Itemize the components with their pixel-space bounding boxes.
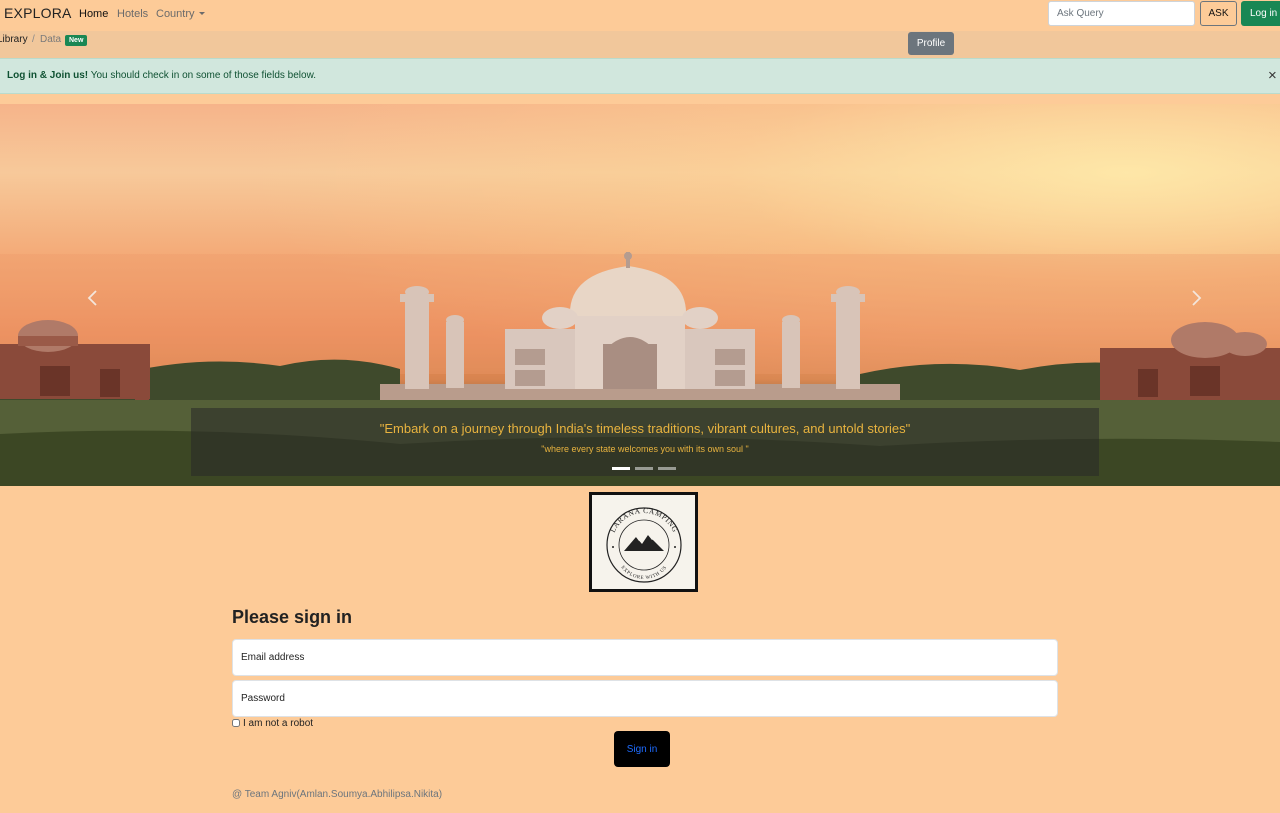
breadcrumb-separator: / [32, 34, 35, 45]
svg-text:EXPLORE WITH US: EXPLORE WITH US [620, 565, 669, 581]
login-button[interactable]: Log in [1241, 1, 1280, 26]
nav-link-country-label: Country [156, 8, 195, 20]
nav-link-hotels[interactable]: Hotels [117, 8, 148, 20]
chevron-down-icon [198, 12, 205, 15]
carousel-indicator-2[interactable] [635, 467, 653, 470]
signin-button[interactable]: Sign in [614, 731, 670, 767]
chevron-right-icon [1192, 290, 1202, 306]
hero-carousel: "Embark on a journey through India's tim… [0, 104, 1280, 486]
alert-message: Log in & Join us! You should check in on… [7, 70, 316, 81]
carousel-next-button[interactable] [1186, 288, 1206, 308]
signin-title: Please sign in [232, 607, 353, 627]
robot-checkbox-label: I am not a robot [243, 718, 314, 729]
profile-button[interactable]: Profile [908, 32, 954, 55]
close-icon[interactable]: × [1268, 68, 1277, 83]
breadcrumb: Library / Data [0, 31, 1280, 58]
password-field[interactable] [232, 680, 1058, 717]
caption-title: "Embark on a journey through India's tim… [379, 421, 911, 436]
alert-banner: Log in & Join us! You should check in on… [0, 58, 1280, 94]
ask-button[interactable]: ASK [1200, 1, 1237, 26]
navbar: EXPLORA Home Hotels Country ASK Log in [0, 0, 1280, 28]
breadcrumb-item-library[interactable]: Library [0, 34, 28, 45]
footer-credits: @ Team Agniv(Amlan.Soumya.Abhilipsa.Niki… [232, 789, 443, 800]
camping-logo: LARANA CAMPING EXPLORE WITH US [589, 492, 698, 592]
alert-heading: Log in & Join us! [7, 70, 89, 81]
carousel-indicator-1[interactable] [612, 467, 630, 470]
nav-link-home[interactable]: Home [79, 8, 108, 20]
alert-body: You should check in on some of those fie… [88, 70, 317, 81]
email-field[interactable] [232, 639, 1058, 676]
robot-checkbox[interactable] [232, 719, 240, 727]
carousel-prev-button[interactable] [83, 288, 103, 308]
chevron-left-icon [87, 290, 97, 306]
caption-subtitle: "where every state welcomes you with its… [541, 444, 749, 454]
logo-text-bottom: EXPLORE WITH US [620, 565, 668, 581]
camping-logo-emblem: LARANA CAMPING EXPLORE WITH US [606, 506, 682, 583]
breadcrumb-item-data[interactable]: Data [40, 34, 61, 45]
brand-logo[interactable]: EXPLORA [4, 5, 72, 21]
new-badge: New [65, 35, 88, 46]
carousel-indicator-3[interactable] [658, 467, 676, 470]
nav-link-country[interactable]: Country [156, 8, 205, 20]
carousel-caption: "Embark on a journey through India's tim… [191, 408, 1099, 476]
search-input[interactable] [1048, 1, 1195, 26]
